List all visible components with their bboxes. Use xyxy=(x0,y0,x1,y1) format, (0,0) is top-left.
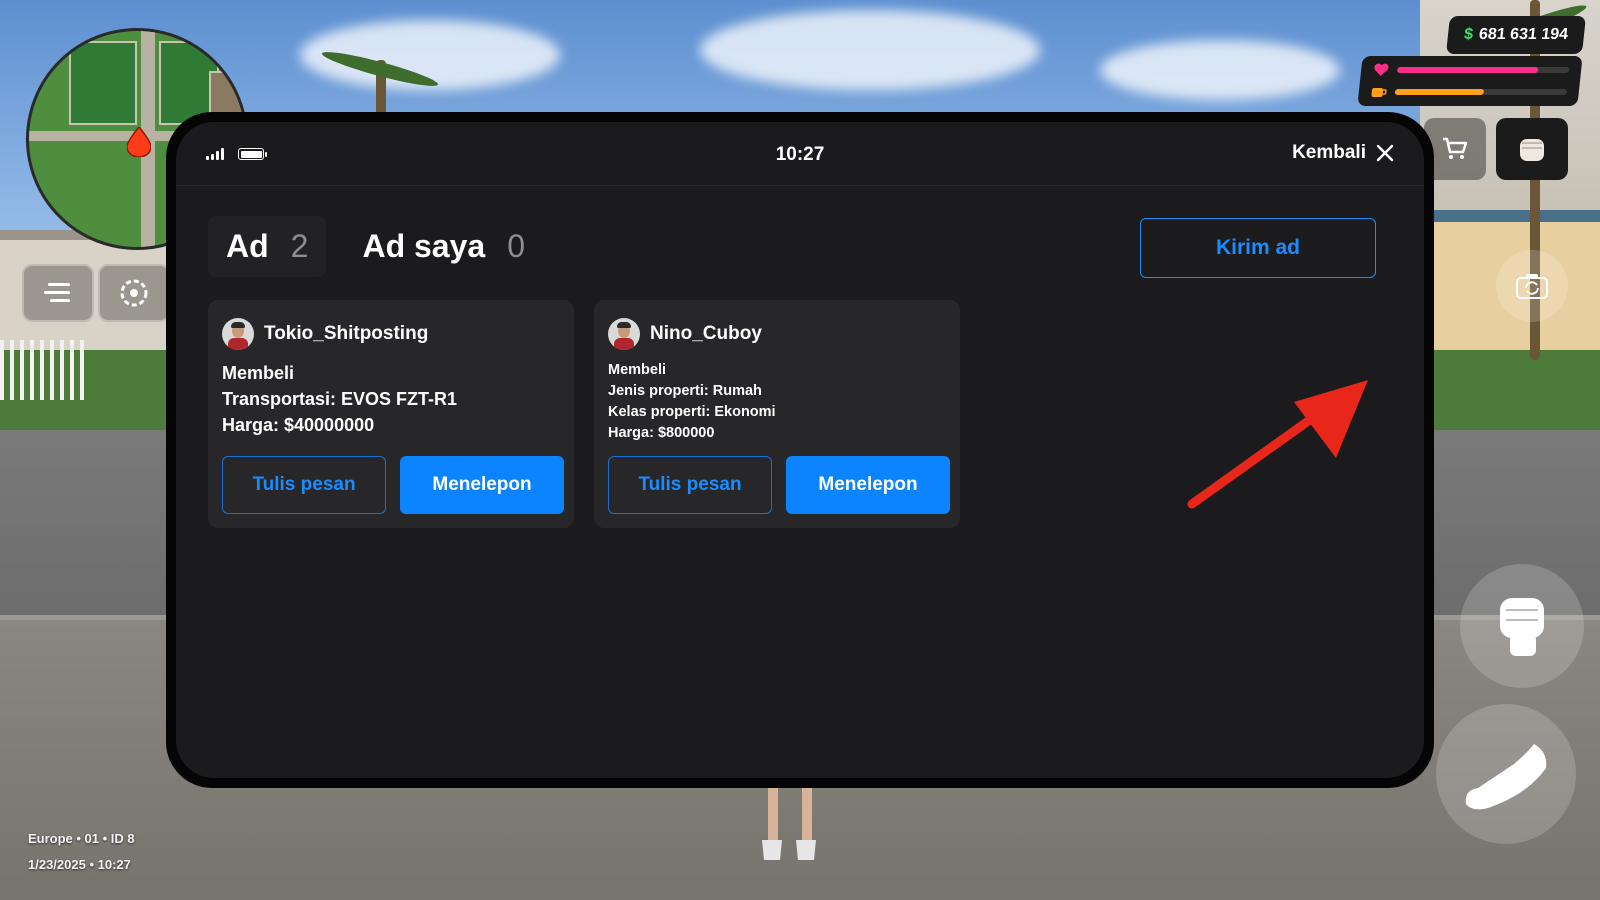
punch-icon xyxy=(1500,598,1544,656)
ad-line: Membeli xyxy=(608,362,667,378)
settings-wheel-icon xyxy=(120,279,148,307)
call-button[interactable]: Menelepon xyxy=(786,456,950,514)
call-button[interactable]: Menelepon xyxy=(400,456,564,514)
ads-app-screen: 10:27 Kembali Ad 2 Ad saya 0 Kirim ad To… xyxy=(176,122,1424,778)
minimap-building xyxy=(69,41,137,125)
ad-line: Jenis properti: Rumah xyxy=(608,383,762,399)
camera-rotate-button[interactable] xyxy=(1496,250,1568,322)
back-label: Kembali xyxy=(1292,142,1366,163)
server-line: Europe • 01 • ID 8 xyxy=(28,831,135,846)
cart-icon xyxy=(1443,137,1468,159)
close-icon xyxy=(1376,144,1394,162)
tab-count: 2 xyxy=(290,228,309,264)
ad-card: Tokio_Shitposting Membeli Transportasi: … xyxy=(208,300,574,528)
back-button[interactable]: Kembali xyxy=(1292,142,1394,164)
cloud xyxy=(1100,40,1340,100)
ad-line: Membeli xyxy=(222,363,295,383)
money-display: $ 681 631 194 xyxy=(1446,16,1586,54)
tab-my-ads[interactable]: Ad saya 0 xyxy=(344,216,543,277)
ad-line: Harga: $800000 xyxy=(608,425,715,441)
tab-label: Ad saya xyxy=(362,228,486,264)
ad-line: Harga: $40000000 xyxy=(222,415,375,435)
money-amount: 681 631 194 xyxy=(1478,26,1569,43)
food-icon xyxy=(1371,88,1387,97)
camera-rotate-icon xyxy=(1516,274,1548,299)
health-row xyxy=(1372,62,1570,78)
ad-card: Nino_Cuboy Membeli Jenis properti: Rumah… xyxy=(594,300,960,528)
fist-icon xyxy=(1520,139,1544,161)
menu-button[interactable] xyxy=(22,264,94,322)
weapon-slot-button[interactable] xyxy=(1496,118,1568,180)
ad-line: Transportasi: EVOS FZT-R1 xyxy=(222,389,458,409)
health-bar-fill xyxy=(1396,67,1539,73)
send-ad-button[interactable]: Kirim ad xyxy=(1140,218,1376,278)
money-symbol: $ xyxy=(1463,26,1474,43)
ad-card-header: Tokio_Shitposting xyxy=(222,318,560,350)
tab-count: 0 xyxy=(507,228,525,264)
player-stats xyxy=(1357,56,1583,106)
avatar xyxy=(222,318,254,350)
tab-ad[interactable]: Ad 2 xyxy=(208,216,327,277)
settings-button[interactable] xyxy=(98,264,170,322)
ad-card-actions: Tulis pesan Menelepon xyxy=(222,456,564,514)
ad-tabs: Ad 2 Ad saya 0 xyxy=(208,216,543,277)
cloud xyxy=(700,10,1040,90)
heart-icon xyxy=(1374,63,1389,76)
menu-icon xyxy=(44,283,70,302)
hunger-row xyxy=(1370,84,1568,100)
ad-card-header: Nino_Cuboy xyxy=(608,318,946,350)
ad-author-name: Nino_Cuboy xyxy=(650,323,762,344)
sprint-icon xyxy=(1465,744,1547,810)
write-message-button[interactable]: Tulis pesan xyxy=(222,456,386,514)
date-time-line: 1/23/2025 • 10:27 xyxy=(28,857,131,872)
ad-card-actions: Tulis pesan Menelepon xyxy=(608,456,950,514)
avatar xyxy=(608,318,640,350)
phone-clock: 10:27 xyxy=(775,144,825,165)
sprint-button[interactable] xyxy=(1436,704,1576,844)
fence xyxy=(0,340,90,400)
ad-list: Tokio_Shitposting Membeli Transportasi: … xyxy=(208,300,960,528)
tab-label: Ad xyxy=(226,228,269,264)
red-arrow-icon xyxy=(1187,380,1368,509)
phone-status-bar: 10:27 Kembali xyxy=(176,122,1424,186)
health-bar xyxy=(1396,67,1570,73)
punch-button[interactable] xyxy=(1460,564,1584,688)
player-character xyxy=(762,780,816,860)
write-message-button[interactable]: Tulis pesan xyxy=(608,456,772,514)
hunger-bar-fill xyxy=(1394,89,1485,95)
phone-device: 10:27 Kembali Ad 2 Ad saya 0 Kirim ad To… xyxy=(166,112,1434,788)
lawn xyxy=(1420,350,1600,430)
ad-author-name: Tokio_Shitposting xyxy=(264,323,429,344)
ad-line: Kelas properti: Ekonomi xyxy=(608,404,776,420)
player-location-icon xyxy=(127,127,151,157)
hunger-bar xyxy=(1394,89,1568,95)
server-info: Europe • 01 • ID 8 1/23/2025 • 10:27 xyxy=(28,826,135,878)
